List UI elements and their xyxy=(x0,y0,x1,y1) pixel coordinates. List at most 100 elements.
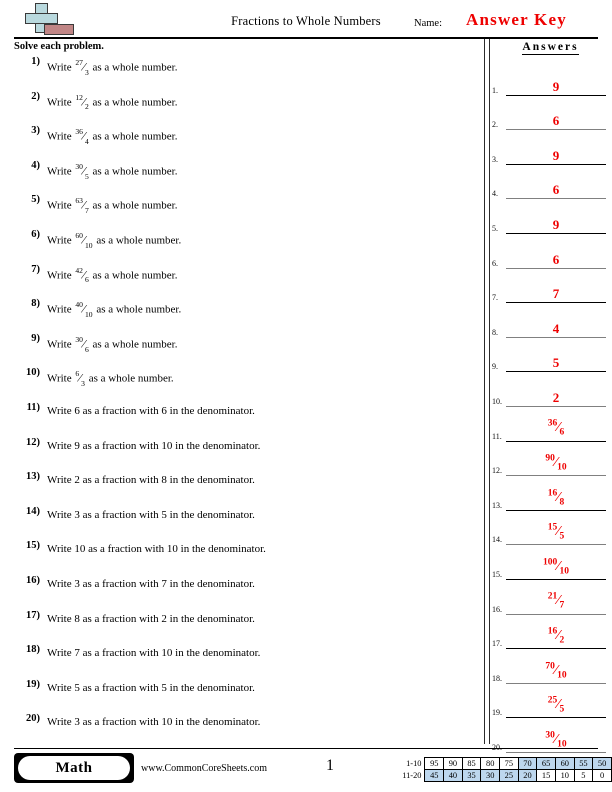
problem-number: 18) xyxy=(26,644,40,656)
problem-fraction: 6⁄3 xyxy=(75,369,85,389)
footer-divider-rule xyxy=(14,748,598,749)
answer-fraction: 70⁄10 xyxy=(545,662,566,680)
answer-number: 3. xyxy=(492,154,498,164)
page-number: 1 xyxy=(326,757,334,774)
problem-number: 6) xyxy=(31,228,40,240)
answer-value: 6 xyxy=(552,251,560,267)
problem-number: 7) xyxy=(31,263,40,275)
problem-text: Write 6 as a fraction with 6 in the deno… xyxy=(47,404,255,417)
problem-number: 13) xyxy=(26,471,40,483)
problem-fraction: 60⁄10 xyxy=(75,231,92,250)
problem-number: 20) xyxy=(26,713,40,725)
answer-row: 2. 6 xyxy=(492,97,610,132)
score-cell: 35 xyxy=(461,769,482,782)
problem-number: 3) xyxy=(31,125,40,137)
score-cell: 55 xyxy=(573,757,594,770)
page-header: Fractions to Whole Numbers Name: Answer … xyxy=(0,0,612,38)
answer-number: 15. xyxy=(492,569,502,579)
subject-badge-label: Math xyxy=(18,756,130,780)
answer-blank-line xyxy=(506,198,606,200)
problem-number: 11) xyxy=(26,401,40,413)
answer-value: 6 xyxy=(552,113,560,129)
score-cell: 5 xyxy=(573,769,594,782)
score-cell: 70 xyxy=(517,757,538,770)
answer-value: 9 xyxy=(552,78,560,94)
answer-value: 90⁄10 xyxy=(506,453,606,473)
answer-number: 9. xyxy=(492,362,498,372)
answer-fraction-numerator: 16 xyxy=(547,488,558,499)
answer-fraction-denominator: 8 xyxy=(559,497,565,508)
score-cell: 30 xyxy=(480,769,501,782)
column-divider-line-outer xyxy=(484,39,485,744)
problem-row: 19) Write 5 as a fraction with 5 in the d… xyxy=(14,679,479,714)
problem-text: Write 40⁄10 as a whole number. xyxy=(47,300,181,319)
score-cell: 15 xyxy=(536,769,556,782)
score-cell: 10 xyxy=(554,769,575,782)
answer-number: 2. xyxy=(492,120,498,130)
answer-blank-line xyxy=(506,578,606,580)
problem-row: 16) Write 3 as a fraction with 7 in the d… xyxy=(14,575,479,610)
problem-text-prefix: Write xyxy=(47,165,75,178)
answer-row: 17. 16⁄2 xyxy=(492,616,610,651)
answer-value: 2 xyxy=(552,389,560,405)
problem-text-suffix: as a whole number. xyxy=(89,96,178,109)
answer-value: 15⁄5 xyxy=(506,523,606,542)
answer-number: 5. xyxy=(492,223,498,233)
answer-number: 11. xyxy=(492,431,502,441)
answer-fraction: 25⁄5 xyxy=(547,695,565,714)
answer-blank-line xyxy=(506,440,606,442)
problem-fraction: 36⁄4 xyxy=(75,127,88,146)
answer-fraction-numerator: 25 xyxy=(547,695,558,706)
answer-fraction: 36⁄6 xyxy=(548,419,565,437)
answer-blank-line xyxy=(506,682,606,684)
answer-fraction: 30⁄10 xyxy=(545,731,566,749)
problem-fraction: 27⁄3 xyxy=(75,58,88,77)
problem-text-suffix: as a whole number. xyxy=(89,130,178,143)
score-cell: 25 xyxy=(499,769,519,782)
fraction-denominator: 5 xyxy=(84,171,89,181)
answer-number: 12. xyxy=(492,466,502,476)
answer-number: 14. xyxy=(492,535,502,545)
score-cell: 95 xyxy=(424,757,445,770)
problem-number: 9) xyxy=(31,332,40,344)
problem-row: 3) Write 36⁄4 as a whole number. xyxy=(14,125,479,160)
answer-row: 15. 100⁄10 xyxy=(492,546,610,581)
answer-fraction-denominator: 6 xyxy=(559,428,565,439)
answer-number: 1. xyxy=(492,85,498,95)
score-table-row: 11-20 45 40 35 30 25 20 15 10 5 0 xyxy=(396,769,612,782)
answer-fraction-numerator: 90 xyxy=(545,453,555,464)
problem-text: Write 2 as a fraction with 8 in the deno… xyxy=(47,474,255,487)
problem-number: 16) xyxy=(26,574,40,586)
score-cell: 90 xyxy=(443,757,463,770)
fraction-denominator: 7 xyxy=(84,206,89,216)
answer-blank-line xyxy=(506,613,606,615)
answer-blank-line xyxy=(506,163,606,165)
answer-row: 4. 6 xyxy=(492,166,610,201)
answers-column-heading: Answers xyxy=(489,41,612,55)
answer-number: 4. xyxy=(492,189,498,199)
score-cell: 40 xyxy=(443,769,463,782)
subject-badge: Math xyxy=(14,753,134,783)
answer-fraction-denominator: 10 xyxy=(557,462,567,473)
problem-row: 10) Write 6⁄3 as a whole number. xyxy=(14,367,479,402)
answer-number: 8. xyxy=(492,327,498,337)
answer-value: 25⁄5 xyxy=(506,695,606,715)
answer-fraction: 90⁄10 xyxy=(545,453,566,472)
answer-blank-line xyxy=(506,302,606,304)
score-conversion-table: 1-10 95 90 85 80 75 70 65 60 55 50 11-20 45 40 35 30 25 2… xyxy=(396,757,612,782)
fraction-numerator: 30 xyxy=(75,161,83,171)
problem-fraction: 30⁄5 xyxy=(75,161,89,181)
score-table-row: 1-10 95 90 85 80 75 70 65 60 55 50 xyxy=(396,757,612,770)
problem-number: 10) xyxy=(26,367,40,379)
problem-row: 18) Write 7 as a fraction with 10 in the … xyxy=(14,644,479,679)
answer-blank-line xyxy=(506,544,606,546)
fraction-denominator: 3 xyxy=(81,379,85,389)
answer-row: 12. 90⁄10 xyxy=(492,443,610,478)
answer-key-stamp: Answer Key xyxy=(466,10,567,29)
answer-row: 13. 16⁄8 xyxy=(492,477,610,512)
answer-row: 1. 9 xyxy=(492,62,610,97)
answer-blank-line xyxy=(506,94,606,96)
answer-fraction-denominator: 7 xyxy=(559,601,565,611)
problem-row: 1) Write 27⁄3 as a whole number. xyxy=(14,56,479,91)
problem-number: 2) xyxy=(31,90,40,102)
